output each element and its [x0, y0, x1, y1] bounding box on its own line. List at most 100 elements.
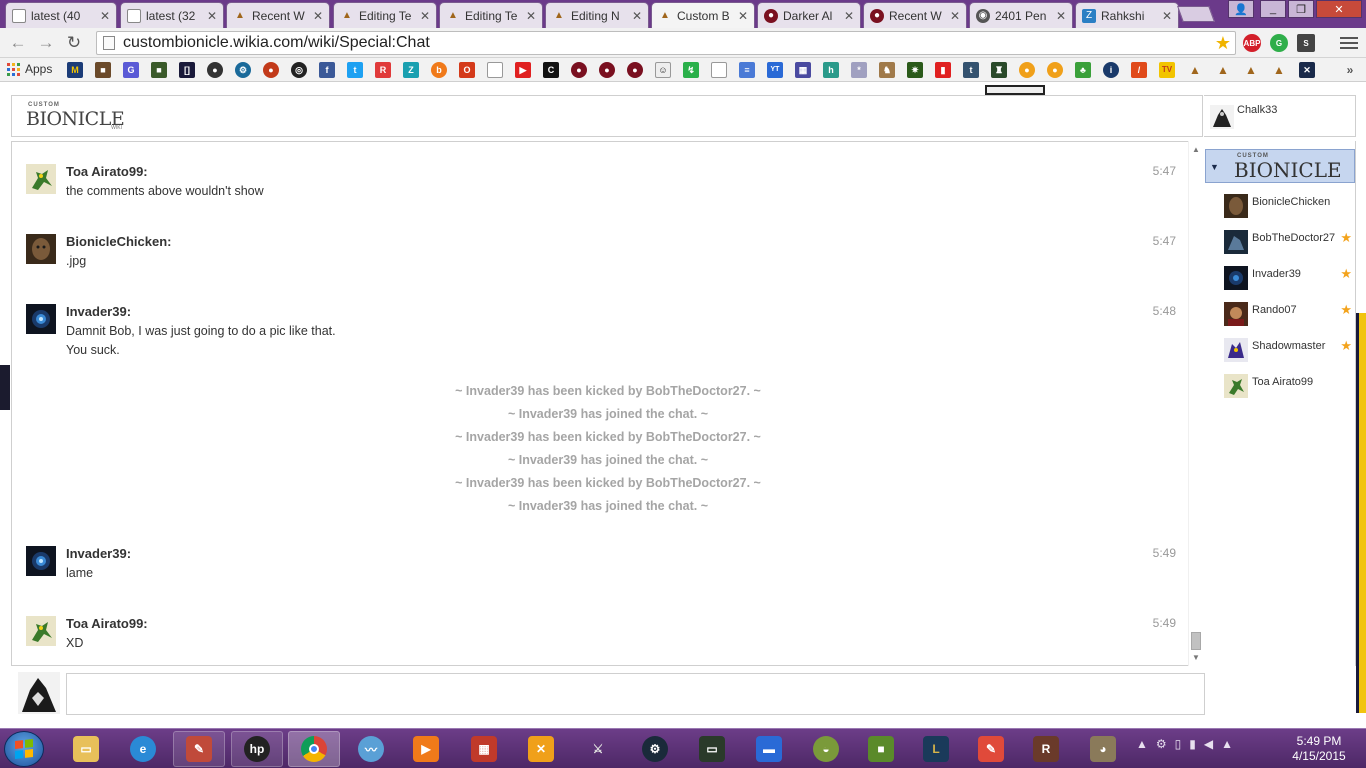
tab-latest-2[interactable]: latest (32 ✕ [120, 2, 224, 28]
tab-latest-1[interactable]: latest (40 ✕ [5, 2, 117, 28]
tab-custom-bionicle-chat[interactable]: ▲ Custom B ✕ [651, 2, 755, 28]
facebook-icon[interactable]: f [319, 62, 335, 78]
grammarly-icon[interactable]: G [1270, 34, 1288, 52]
bookmark-x-icon[interactable]: ✕ [1299, 62, 1315, 78]
close-window-button[interactable]: ✕ [1316, 0, 1362, 18]
taskbar-app[interactable]: 〰 [345, 731, 397, 767]
bookmark-z-icon[interactable]: Z [403, 62, 419, 78]
message-author[interactable]: Toa Airato99: [66, 164, 148, 179]
bionicle-icon[interactable]: ▲ [1215, 62, 1231, 78]
bookmark-star-icon[interactable]: ★ [1215, 33, 1231, 54]
taskbar-app[interactable]: ✎ [173, 731, 225, 767]
taskbar-clock[interactable]: 5:49 PM 4/15/2015 [1278, 734, 1360, 764]
message-author[interactable]: Invader39: [66, 546, 131, 561]
bookmark-snowflake-icon[interactable]: * [851, 62, 867, 78]
bookmark-page-icon[interactable] [711, 62, 727, 78]
taskbar-app[interactable]: ▶ [400, 731, 452, 767]
avatar[interactable] [26, 164, 56, 194]
taskbar-skyrim[interactable]: ⚔ [572, 731, 624, 767]
avatar[interactable] [26, 234, 56, 264]
message-author[interactable]: BionicleChicken: [66, 234, 171, 249]
new-tab-button[interactable] [1177, 6, 1215, 22]
bookmark-arrow-icon[interactable]: ↯ [683, 62, 699, 78]
address-bar[interactable]: custombionicle.wikia.com/wiki/Special:Ch… [96, 31, 1236, 55]
bookmark-yt-mp3-icon[interactable]: YT [767, 62, 783, 78]
avatar[interactable] [26, 304, 56, 334]
tab-recent-2[interactable]: ● Recent W ✕ [863, 2, 967, 28]
bionicle-icon[interactable]: ▲ [1271, 62, 1287, 78]
taskbar-app[interactable]: ▭ [686, 731, 738, 767]
youtube-icon[interactable]: ▶ [515, 62, 531, 78]
scroll-down-arrow-icon[interactable]: ▼ [1192, 653, 1200, 662]
close-icon[interactable]: ✕ [207, 9, 217, 23]
bookmark-minecraft-icon[interactable]: ■ [151, 62, 167, 78]
forward-arrow-icon[interactable]: → [36, 33, 56, 53]
bookmark-grid-icon[interactable]: ▦ [795, 62, 811, 78]
bookmark-shapes-icon[interactable]: ♣ [1075, 62, 1091, 78]
close-icon[interactable]: ✕ [420, 9, 430, 23]
close-icon[interactable]: ✕ [526, 9, 536, 23]
close-icon[interactable]: ✕ [1162, 9, 1172, 23]
bookmark-orange-icon[interactable]: ● [1019, 62, 1035, 78]
avatar[interactable] [26, 616, 56, 646]
user-list-item[interactable]: BionicleChicken [1224, 194, 1354, 220]
message-input[interactable] [66, 673, 1205, 715]
network-signal-icon[interactable]: ▮ [1189, 737, 1196, 751]
extension-icon[interactable]: S [1297, 34, 1315, 52]
volume-icon[interactable]: ◀ [1204, 737, 1213, 751]
message-author[interactable]: Toa Airato99: [66, 616, 148, 631]
bookmark-office-icon[interactable]: O [459, 62, 475, 78]
show-hidden-icons-icon[interactable]: ▲ [1136, 737, 1148, 751]
tab-rahkshi[interactable]: Z Rahkshi ✕ [1075, 2, 1179, 28]
taskbar-app[interactable]: ✕ [515, 731, 567, 767]
user-list-item[interactable]: Toa Airato99 [1224, 374, 1354, 400]
taskbar-hp[interactable]: hp [231, 731, 283, 767]
bookmark-ubuntu-icon[interactable]: ◎ [291, 62, 307, 78]
bookmark-r-icon[interactable]: R [375, 62, 391, 78]
bookmark-face-icon[interactable]: ☺ [655, 62, 671, 78]
message-author[interactable]: Invader39: [66, 304, 131, 319]
taskbar-steam[interactable]: ⚙ [629, 731, 681, 767]
twitter-icon[interactable]: t [347, 62, 363, 78]
minimize-button[interactable]: _ [1260, 0, 1286, 18]
bookmark-orange-icon[interactable]: ● [1047, 62, 1063, 78]
steam-tray-icon[interactable]: ⚙ [1156, 737, 1167, 751]
bookmark-g-icon[interactable]: G [123, 62, 139, 78]
close-icon[interactable]: ✕ [950, 9, 960, 23]
close-icon[interactable]: ✕ [844, 9, 854, 23]
bookmark-fire-icon[interactable]: ● [263, 62, 279, 78]
scroll-thumb[interactable] [1191, 632, 1201, 650]
taskbar-app[interactable]: ✎ [965, 731, 1017, 767]
more-bookmarks-icon[interactable]: » [1342, 62, 1358, 78]
bookmark-mask-icon[interactable]: ● [571, 62, 587, 78]
bookmark-info-icon[interactable]: i [1103, 62, 1119, 78]
tab-editing-1[interactable]: ▲ Editing Te ✕ [333, 2, 437, 28]
bookmark-c-icon[interactable]: C [543, 62, 559, 78]
bookmark-b-icon[interactable]: b [431, 62, 447, 78]
bookmark-bracket-icon[interactable]: [] [179, 62, 195, 78]
taskbar-lego[interactable]: ▬ [743, 731, 795, 767]
close-icon[interactable]: ✕ [100, 9, 110, 23]
tab-darker[interactable]: ● Darker Al ✕ [757, 2, 861, 28]
current-user-header[interactable]: Chalk33 [1204, 95, 1356, 137]
bookmark-gear-icon[interactable]: ⚙ [235, 62, 251, 78]
taskbar-gimp[interactable]: ◕ [1077, 731, 1129, 767]
start-button[interactable] [4, 731, 44, 767]
close-icon[interactable]: ✕ [1056, 9, 1066, 23]
menu-icon[interactable] [1340, 34, 1358, 52]
adblock-icon[interactable]: ABP [1243, 34, 1261, 52]
avatar[interactable] [26, 546, 56, 576]
scroll-up-arrow-icon[interactable]: ▲ [1192, 145, 1200, 154]
bookmark-mask-icon[interactable]: ● [627, 62, 643, 78]
chat-scrollbar[interactable]: ▲ ▼ [1188, 141, 1203, 666]
collapse-triangle-icon[interactable]: ▼ [1210, 162, 1219, 172]
drive-icon[interactable]: ▲ [1221, 737, 1233, 751]
user-list-item[interactable]: Shadowmaster ★ [1224, 338, 1354, 364]
user-list-item[interactable]: Rando07 ★ [1224, 302, 1354, 328]
taskbar-minecraft[interactable]: ■ [855, 731, 907, 767]
tumblr-icon[interactable]: t [963, 62, 979, 78]
taskbar-app[interactable]: R [1020, 731, 1072, 767]
taskbar-lol[interactable]: L [910, 731, 962, 767]
user-list-item[interactable]: Invader39 ★ [1224, 266, 1354, 292]
bookmark-tv-icon[interactable]: TV [1159, 62, 1175, 78]
